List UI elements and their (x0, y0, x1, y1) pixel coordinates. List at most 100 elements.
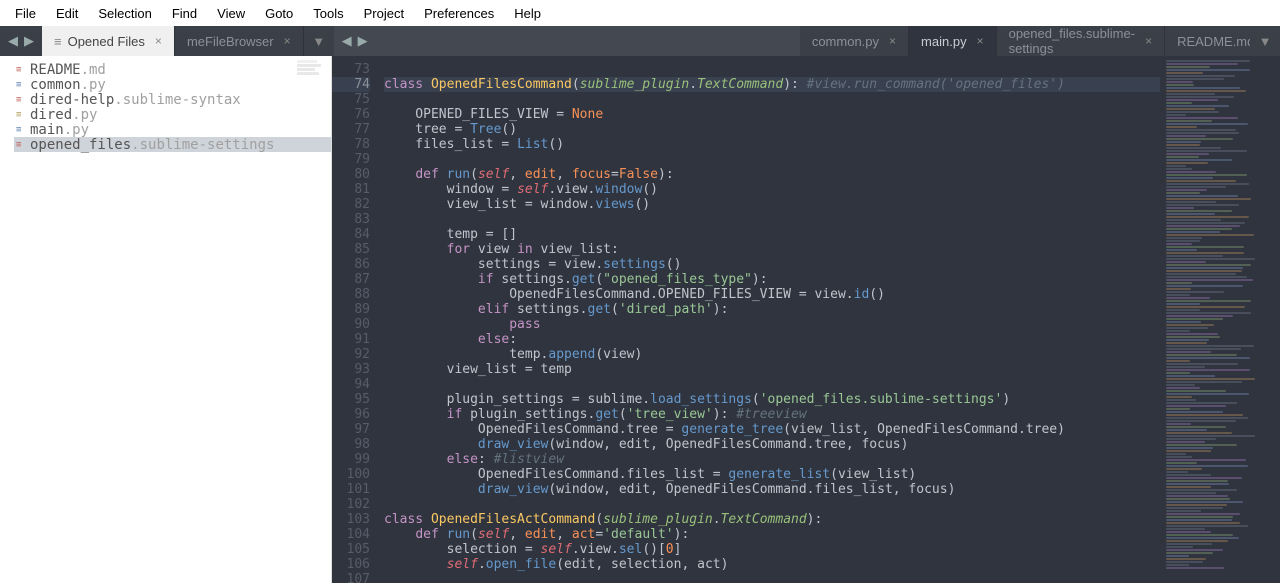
line-number: 90 (332, 317, 370, 332)
tab-label: meFileBrowser (187, 34, 274, 49)
line-number: 99 (332, 452, 370, 467)
menubar: FileEditSelectionFindViewGotoToolsProjec… (0, 0, 1280, 26)
editor-tab[interactable]: opened_files.sublime-settings× (997, 26, 1165, 56)
line-number: 97 (332, 422, 370, 437)
arrow-right-icon[interactable]: ▶ (358, 33, 368, 49)
line-number: 101 (332, 482, 370, 497)
editor-tab[interactable]: common.py × (800, 26, 909, 56)
main-area: ≡README.md≡common.py≡dired-help.sublime-… (0, 56, 1280, 583)
tab-label: common.py (812, 34, 879, 49)
file-row[interactable]: ≡main.py (14, 122, 331, 137)
close-icon[interactable]: × (1145, 34, 1152, 48)
line-number: 87 (332, 272, 370, 287)
arrow-left-icon[interactable]: ◀ (8, 33, 18, 49)
code-line: window = self.view.window() (384, 182, 1160, 197)
line-number: 74 (332, 77, 370, 92)
close-icon[interactable]: × (284, 34, 291, 48)
menu-item-goto[interactable]: Goto (256, 3, 302, 24)
file-row[interactable]: ≡dired-help.sublime-syntax (14, 92, 331, 107)
arrow-right-icon[interactable]: ▶ (24, 33, 34, 49)
code-area[interactable]: class OpenedFilesCommand(sublime_plugin.… (376, 56, 1160, 583)
tab-overflow-dropdown[interactable]: ▼ (304, 26, 334, 56)
line-number: 83 (332, 212, 370, 227)
file-row[interactable]: ≡common.py (14, 77, 331, 92)
code-line: OPENED_FILES_VIEW = None (384, 107, 1160, 122)
code-line: files_list = List() (384, 137, 1160, 152)
code-line: view_list = temp (384, 362, 1160, 377)
code-line: temp = [] (384, 227, 1160, 242)
line-number: 78 (332, 137, 370, 152)
code-line: tree = Tree() (384, 122, 1160, 137)
editor[interactable]: 7374757677787980818283848586878889909192… (332, 56, 1280, 583)
menu-item-help[interactable]: Help (505, 3, 550, 24)
code-line: view_list = window.views() (384, 197, 1160, 212)
file-name: README.md (30, 62, 106, 78)
file-row[interactable]: ≡README.md (14, 62, 331, 77)
tab-label: Opened Files (68, 34, 145, 49)
hamburger-icon: ≡ (54, 34, 62, 49)
line-number: 96 (332, 407, 370, 422)
code-line: OpenedFilesCommand.tree = generate_tree(… (384, 422, 1160, 437)
code-line: class OpenedFilesActCommand(sublime_plug… (384, 512, 1160, 527)
line-number: 98 (332, 437, 370, 452)
code-line: draw_view(window, edit, OpenedFilesComma… (384, 482, 1160, 497)
code-line (384, 497, 1160, 512)
line-number: 81 (332, 182, 370, 197)
tab-label: main.py (921, 34, 967, 49)
line-number: 88 (332, 287, 370, 302)
line-number: 77 (332, 122, 370, 137)
tab-file-browser[interactable]: meFileBrowser × (175, 26, 304, 56)
close-icon[interactable]: × (155, 34, 162, 48)
menu-item-view[interactable]: View (208, 3, 254, 24)
line-number: 79 (332, 152, 370, 167)
code-line (384, 572, 1160, 583)
minimap[interactable] (1160, 56, 1280, 583)
menu-item-project[interactable]: Project (355, 3, 413, 24)
sidebar-nav-arrows[interactable]: ◀ ▶ (0, 26, 42, 56)
line-number: 91 (332, 332, 370, 347)
file-row[interactable]: ≡opened_files.sublime-settings (14, 137, 331, 152)
code-line: self.open_file(edit, selection, act) (384, 557, 1160, 572)
code-line: OpenedFilesCommand.files_list = generate… (384, 467, 1160, 482)
close-icon[interactable]: × (889, 34, 896, 48)
file-list: ≡README.md≡common.py≡dired-help.sublime-… (0, 56, 331, 152)
line-number: 100 (332, 467, 370, 482)
line-number: 86 (332, 257, 370, 272)
tab-opened-files[interactable]: ≡ Opened Files × (42, 26, 175, 56)
code-line: if settings.get("opened_files_type"): (384, 272, 1160, 287)
code-line: def run(self, edit, act='default'): (384, 527, 1160, 542)
line-number: 104 (332, 527, 370, 542)
editor-nav-arrows[interactable]: ◀ ▶ (334, 26, 800, 56)
editor-tab[interactable]: main.py × (909, 26, 997, 56)
arrow-left-icon[interactable]: ◀ (342, 33, 352, 49)
menu-item-selection[interactable]: Selection (89, 3, 160, 24)
line-number: 93 (332, 362, 370, 377)
menu-item-file[interactable]: File (6, 3, 45, 24)
file-name: dired-help.sublime-syntax (30, 92, 241, 108)
menu-item-edit[interactable]: Edit (47, 3, 87, 24)
sidebar-minimap (297, 60, 327, 120)
file-row[interactable]: ≡ dired.py (14, 107, 331, 122)
line-number: 73 (332, 62, 370, 77)
editor-tab[interactable]: README.md× (1165, 26, 1250, 56)
code-line (384, 62, 1160, 77)
code-line: class OpenedFilesCommand(sublime_plugin.… (384, 77, 1160, 92)
editor-tab-overflow-dropdown[interactable]: ▼ (1250, 26, 1280, 56)
file-bullet-icon: ≡ (16, 110, 26, 120)
close-icon[interactable]: × (977, 34, 984, 48)
code-line (384, 377, 1160, 392)
menu-item-preferences[interactable]: Preferences (415, 3, 503, 24)
line-number: 102 (332, 497, 370, 512)
menu-item-tools[interactable]: Tools (304, 3, 352, 24)
menu-item-find[interactable]: Find (163, 3, 206, 24)
code-line (384, 152, 1160, 167)
file-bullet-icon: ≡ (16, 125, 26, 135)
code-line: OpenedFilesCommand.OPENED_FILES_VIEW = v… (384, 287, 1160, 302)
line-number: 95 (332, 392, 370, 407)
line-number: 106 (332, 557, 370, 572)
code-line: if plugin_settings.get('tree_view'): #tr… (384, 407, 1160, 422)
file-name: dired.py (30, 107, 97, 123)
line-number: 75 (332, 92, 370, 107)
line-number: 107 (332, 572, 370, 583)
file-name: opened_files.sublime-settings (30, 137, 274, 153)
